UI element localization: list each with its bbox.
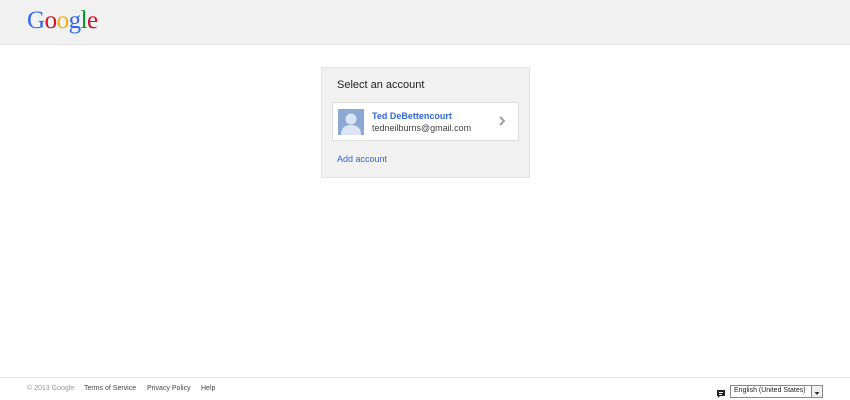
privacy-policy-link[interactable]: Privacy Policy (147, 385, 191, 392)
account-name: Ted DeBettencourt (372, 111, 452, 121)
logo-letter: o (56, 7, 70, 34)
logo-letter: o (44, 7, 58, 34)
dropdown-arrow-icon (811, 386, 822, 397)
language-select[interactable]: English (United States) (730, 385, 823, 398)
language-selected-value: English (United States) (734, 387, 806, 394)
account-chooser-card: Select an account Ted DeBettencourt tedn… (321, 67, 530, 178)
chevron-right-icon (495, 114, 509, 128)
footer: © 2013 Google Terms of Service Privacy P… (0, 377, 850, 400)
logo-letter: e (87, 7, 98, 34)
google-logo[interactable]: Google (27, 6, 98, 36)
card-title: Select an account (337, 79, 425, 91)
terms-of-service-link[interactable]: Terms of Service (84, 385, 136, 392)
account-email: tedneilburns@gmail.com (372, 123, 472, 133)
copyright-text: © 2013 Google (27, 385, 75, 392)
logo-letter: g (68, 7, 82, 34)
page: Google Select an account Ted DeBettencou… (0, 0, 850, 400)
logo-letter: G (27, 7, 45, 34)
speech-bubble-icon (716, 386, 726, 398)
header: Google (0, 0, 850, 45)
default-avatar-icon (338, 109, 364, 135)
help-link[interactable]: Help (201, 385, 215, 392)
add-account-link[interactable]: Add account (337, 154, 387, 164)
account-item[interactable]: Ted DeBettencourt tedneilburns@gmail.com (332, 102, 519, 141)
